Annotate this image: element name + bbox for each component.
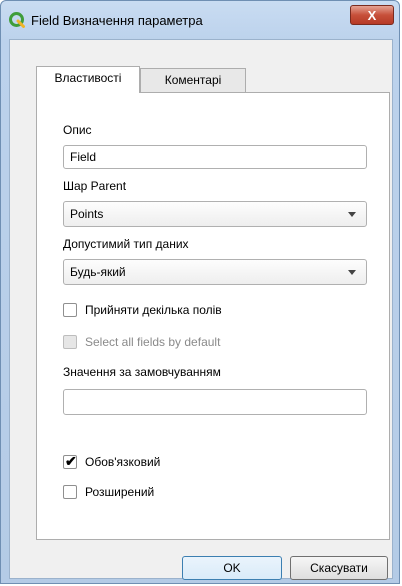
checkmark-icon: ✔ xyxy=(65,453,77,469)
parent-layer-label: Шар Parent xyxy=(63,179,127,193)
data-type-label: Допустимий тип даних xyxy=(63,237,189,251)
data-type-value: Будь-який xyxy=(70,265,126,279)
select-all-checkbox xyxy=(63,335,77,349)
description-label: Опис xyxy=(63,123,92,137)
advanced-checkbox[interactable] xyxy=(63,485,77,499)
parent-layer-select[interactable]: Points xyxy=(63,201,367,227)
window-title: Field Визначення параметра xyxy=(31,13,203,28)
close-button[interactable]: X xyxy=(350,5,394,25)
default-value-label: Значення за замовчуванням xyxy=(63,365,221,379)
parent-layer-value: Points xyxy=(70,207,104,221)
close-icon: X xyxy=(367,8,377,23)
cancel-button[interactable]: Скасувати xyxy=(290,556,388,580)
select-all-label: Select all fields by default xyxy=(85,335,221,349)
dialog-body: Властивості Коментарі Опис Field Шар Par… xyxy=(9,39,393,580)
ok-button[interactable]: OK xyxy=(182,556,282,580)
mandatory-label: Обов'язковий xyxy=(85,455,161,469)
mandatory-checkbox[interactable]: ✔ xyxy=(63,453,77,469)
data-type-select[interactable]: Будь-який xyxy=(63,259,367,285)
qgis-icon xyxy=(9,12,25,28)
advanced-label: Розширений xyxy=(85,485,155,499)
description-input[interactable]: Field xyxy=(63,145,367,169)
tab-comments-label: Коментарі xyxy=(164,73,222,87)
chevron-down-icon xyxy=(348,270,356,275)
default-value-input[interactable] xyxy=(63,389,367,415)
tab-properties-label: Властивості xyxy=(54,71,122,85)
chevron-down-icon xyxy=(348,212,356,217)
dialog-window: Field Визначення параметра X Властивості… xyxy=(0,0,400,584)
properties-pane: Опис Field Шар Parent Points Допустимий … xyxy=(36,92,390,540)
multiple-fields-label: Прийняти декілька полів xyxy=(85,303,222,317)
title-bar[interactable]: Field Визначення параметра X xyxy=(1,1,399,39)
multiple-fields-checkbox[interactable] xyxy=(63,303,77,317)
tab-comments[interactable]: Коментарі xyxy=(140,68,246,92)
tab-properties[interactable]: Властивості xyxy=(36,66,140,93)
